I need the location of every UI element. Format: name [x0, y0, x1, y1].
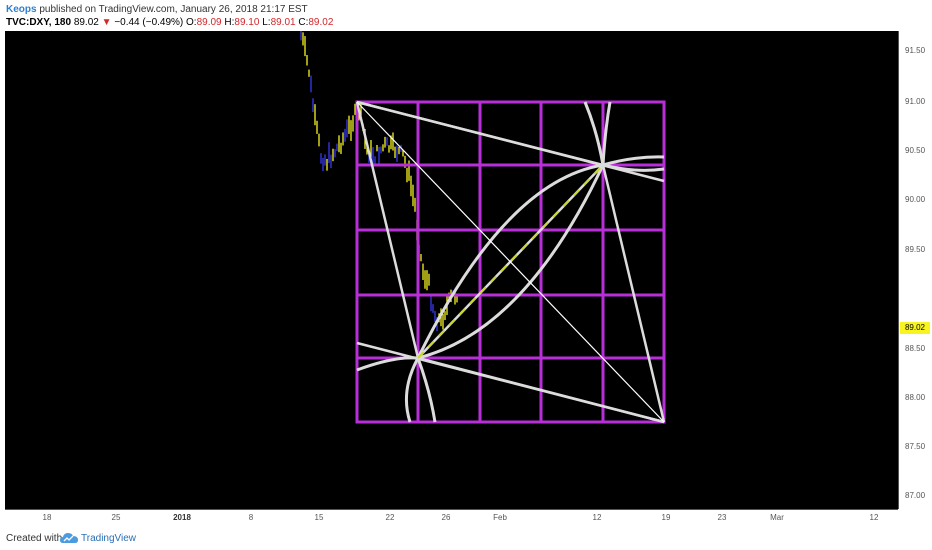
symbol-info-line: TVC:DXY, 180 89.02 ▼ −0.44 (−0.49%) O:89… — [6, 17, 333, 28]
time-tick: 12 — [869, 513, 879, 522]
time-tick: 2018 — [173, 513, 191, 522]
publication-line: Keops published on TradingView.com, Janu… — [6, 4, 308, 15]
price-tick: 91.00 — [905, 97, 926, 106]
price-tick: 87.00 — [905, 491, 926, 500]
gann-fan-line — [356, 341, 665, 424]
high-label: H: — [224, 17, 235, 28]
last-price: 89.02 — [73, 17, 99, 28]
gann-arc — [404, 357, 420, 423]
price-tick: 88.50 — [905, 344, 926, 353]
time-tick: 26 — [441, 513, 451, 522]
close-value: 89.02 — [308, 17, 334, 28]
time-axis[interactable]: 18 25 2018 8 15 22 26 Feb 12 19 23 Mar 1… — [5, 509, 898, 526]
chart-drawing[interactable] — [5, 31, 898, 509]
low-value: 89.01 — [270, 17, 296, 28]
open-label: O: — [186, 17, 197, 28]
time-tick: 18 — [42, 513, 52, 522]
gann-arc — [583, 101, 605, 166]
time-tick: 23 — [717, 513, 727, 522]
symbol-name[interactable]: TVC:DXY, 180 — [6, 17, 71, 28]
down-arrow-icon: ▼ — [101, 17, 112, 28]
price-tick: 90.00 — [905, 195, 926, 204]
time-tick: Feb — [493, 513, 507, 522]
time-tick: 19 — [661, 513, 671, 522]
price-tick: 89.50 — [905, 245, 926, 254]
gann-arc — [416, 357, 437, 423]
close-label: C: — [298, 17, 309, 28]
price-tick: 91.50 — [905, 46, 926, 55]
time-tick: 12 — [592, 513, 602, 522]
time-tick: 22 — [385, 513, 395, 522]
high-value: 89.10 — [234, 17, 260, 28]
gann-arc — [356, 356, 419, 372]
tradingview-cloud-icon[interactable] — [60, 531, 78, 545]
gann-square-drawing[interactable] — [355, 100, 666, 424]
price-change: −0.44 (−0.49%) — [114, 17, 184, 28]
footer: Created with TradingView — [0, 528, 932, 550]
open-value: 89.09 — [196, 17, 222, 28]
chart-header: Keops published on TradingView.com, Janu… — [0, 0, 932, 30]
low-label: L: — [262, 17, 271, 28]
created-with-text: Created with — [6, 533, 63, 544]
time-tick: 15 — [314, 513, 324, 522]
time-tick: Mar — [770, 513, 784, 522]
gann-fan-line — [356, 100, 665, 183]
gann-diagonal — [356, 101, 665, 423]
price-tick: 87.50 — [905, 442, 926, 451]
author-link[interactable]: Keops — [6, 4, 37, 15]
tradingview-brand[interactable]: TradingView — [81, 533, 136, 544]
time-tick: 8 — [248, 513, 254, 522]
price-tick: 88.00 — [905, 393, 926, 402]
chart-canvas[interactable] — [5, 31, 898, 509]
published-text: published on TradingView.com, January 26… — [39, 4, 308, 15]
time-tick: 25 — [111, 513, 121, 522]
current-price-label: 89.02 — [900, 322, 930, 334]
price-tick: 90.50 — [905, 146, 926, 155]
price-axis[interactable]: 91.50 91.00 90.50 90.00 89.50 88.50 88.0… — [898, 31, 932, 509]
